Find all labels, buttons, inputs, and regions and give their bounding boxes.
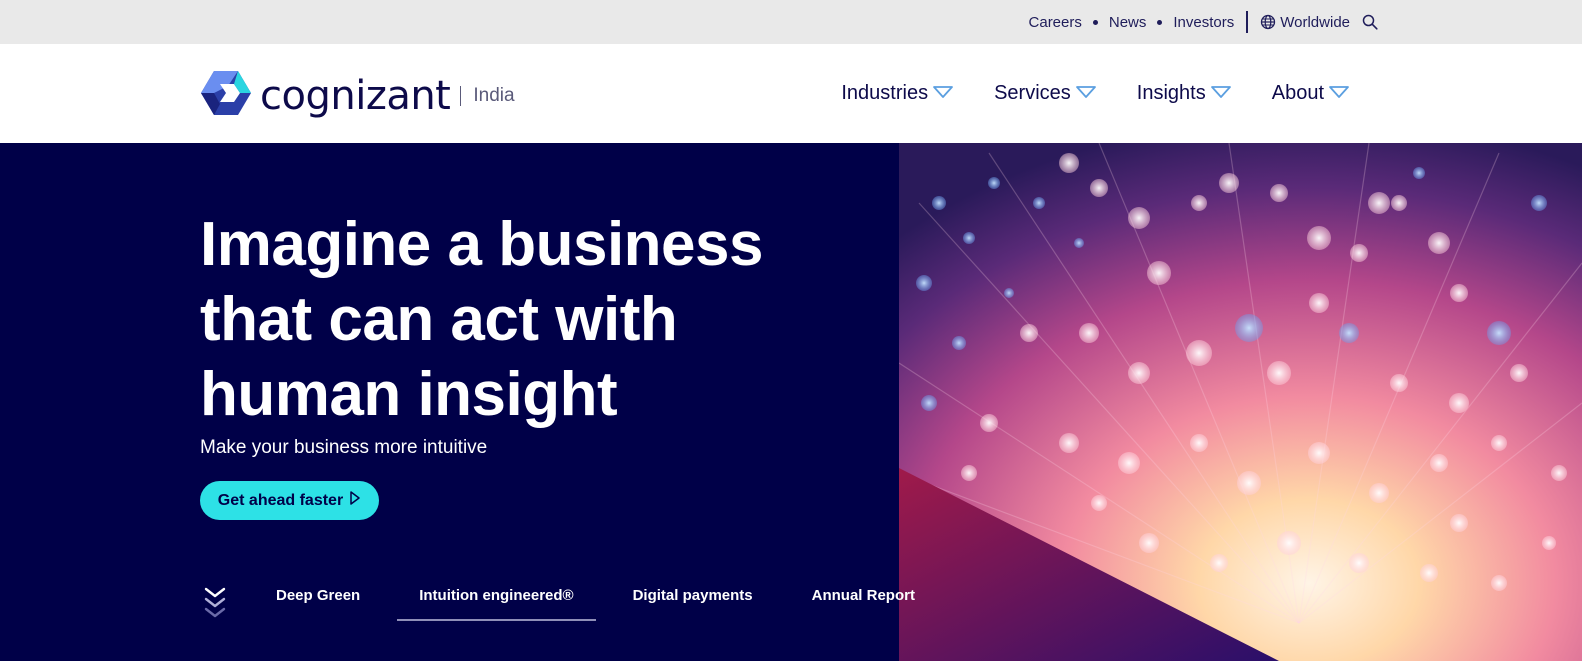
separator-dot [1157, 19, 1163, 25]
hero-title-line: that can act with [200, 285, 678, 354]
investors-link[interactable]: Investors [1173, 14, 1234, 31]
nav-about-label: About [1271, 82, 1324, 104]
separator-bar [1246, 11, 1249, 33]
nav-insights[interactable]: Insights [1137, 82, 1232, 105]
region-label: Worldwide [1280, 13, 1350, 31]
search-icon[interactable] [1362, 14, 1378, 30]
main-nav: Industries Services Insights About [801, 44, 1350, 143]
cognizant-logo[interactable]: cognizant India [200, 70, 515, 121]
utility-links: Careers News Investors Worldwide [1029, 0, 1378, 44]
chevron-down-icon [1324, 82, 1350, 105]
tab-annual-report[interactable]: Annual Report [812, 583, 915, 621]
careers-link[interactable]: Careers [1029, 14, 1082, 31]
nav-insights-label: Insights [1136, 82, 1206, 104]
hero-fiber-optic-image [899, 143, 1582, 661]
chevron-down-icon [1206, 82, 1232, 105]
main-header: cognizant India Industries Services Insi… [0, 44, 1582, 143]
nav-industries-label: Industries [841, 82, 929, 104]
tab-label: Annual Report [811, 587, 915, 604]
hero-section: Imagine a business that can act with hum… [0, 143, 1582, 661]
region-label: India [460, 84, 515, 107]
active-tab-indicator [397, 619, 596, 621]
news-link[interactable]: News [1109, 14, 1147, 31]
tab-intuition-engineered[interactable]: Intuition engineered® [397, 583, 596, 621]
hero-tabs: Deep Green Intuition engineered® Digital… [200, 583, 915, 623]
tab-label: Intuition engineered® [419, 587, 574, 604]
globe-icon [1260, 14, 1276, 30]
chevron-down-icon [1071, 82, 1097, 105]
tab-label: Digital payments [632, 587, 753, 604]
utility-bar: Careers News Investors Worldwide [0, 0, 1582, 44]
cta-label: Get ahead faster [217, 491, 344, 509]
divider [460, 85, 462, 106]
hero-title-line: Imagine a business [200, 210, 764, 279]
play-outline-icon [343, 490, 361, 511]
tab-deep-green[interactable]: Deep Green [276, 583, 360, 621]
brand-wordmark: cognizant [260, 72, 451, 119]
chevron-down-icon [928, 82, 954, 105]
logo-mark-icon [200, 70, 252, 121]
tab-digital-payments[interactable]: Digital payments [633, 583, 753, 621]
separator-dot [1092, 19, 1098, 25]
nav-services[interactable]: Services [994, 82, 1097, 105]
nav-services-label: Services [994, 82, 1071, 104]
nav-industries[interactable]: Industries [841, 82, 954, 105]
region-name: India [473, 84, 515, 106]
hero-title-line: human insight [200, 360, 618, 429]
triple-chevron-down-icon[interactable] [200, 583, 230, 621]
tab-label: Deep Green [276, 587, 361, 604]
region-selector[interactable]: Worldwide [1260, 14, 1350, 31]
nav-about[interactable]: About [1272, 82, 1350, 105]
hero-subtitle: Make your business more intuitive [200, 437, 488, 458]
get-ahead-faster-button[interactable]: Get ahead faster [200, 481, 379, 520]
hero-title: Imagine a business that can act with hum… [200, 207, 840, 432]
